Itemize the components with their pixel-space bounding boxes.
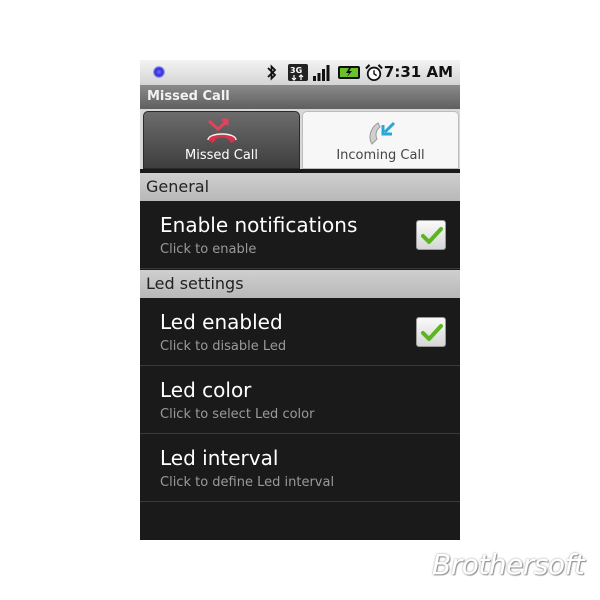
tab-missed-call-label: Missed Call (184, 148, 259, 163)
tab-incoming-call[interactable]: Incoming Call (302, 111, 459, 169)
pref-title: Enable notifications (160, 213, 358, 237)
brothersoft-watermark: Brothersoft (432, 548, 585, 581)
phone-screen: 3G 7:31 AM Missed Call Missed Call Incom… (140, 60, 460, 540)
3g-icon: 3G (288, 64, 308, 81)
pref-led-interval[interactable]: Led interval Click to define Led interva… (140, 434, 460, 502)
tab-bar: Missed Call Incoming Call (140, 109, 460, 169)
battery-icon (338, 66, 360, 79)
pref-title: Led interval (160, 446, 279, 470)
bluetooth-icon (267, 64, 277, 81)
pref-summary: Click to select Led color (160, 407, 315, 422)
notification-dot-icon (153, 66, 165, 78)
pref-summary: Click to define Led interval (160, 475, 335, 490)
missed-call-icon (206, 118, 237, 143)
status-time: 7:31 AM (383, 63, 453, 81)
incoming-call-icon (369, 121, 395, 145)
checkmark-icon (421, 227, 443, 244)
pref-summary: Click to disable Led (160, 339, 287, 354)
pref-summary: Click to enable (160, 242, 257, 257)
enable-notifications-checkbox[interactable] (416, 220, 446, 250)
pref-title: Led color (160, 378, 252, 402)
section-led-label: Led settings (146, 274, 244, 293)
pref-enable-notifications[interactable]: Enable notifications Click to enable (140, 201, 460, 269)
section-general-label: General (146, 177, 210, 196)
signal-icon (313, 65, 330, 81)
section-header-general: General (140, 173, 460, 201)
tab-incoming-call-label: Incoming Call (336, 148, 425, 163)
app-title: Missed Call (147, 89, 230, 104)
tab-missed-call[interactable]: Missed Call (143, 111, 300, 169)
led-enabled-checkbox[interactable] (416, 317, 446, 347)
title-bar: Missed Call (140, 85, 460, 109)
svg-text:3G: 3G (290, 66, 302, 75)
status-bar: 3G 7:31 AM (140, 60, 460, 85)
section-header-led-settings: Led settings (140, 270, 460, 298)
alarm-icon (365, 64, 383, 81)
pref-led-enabled[interactable]: Led enabled Click to disable Led (140, 298, 460, 366)
pref-led-color[interactable]: Led color Click to select Led color (140, 366, 460, 434)
checkmark-icon (421, 324, 443, 341)
pref-title: Led enabled (160, 310, 283, 334)
